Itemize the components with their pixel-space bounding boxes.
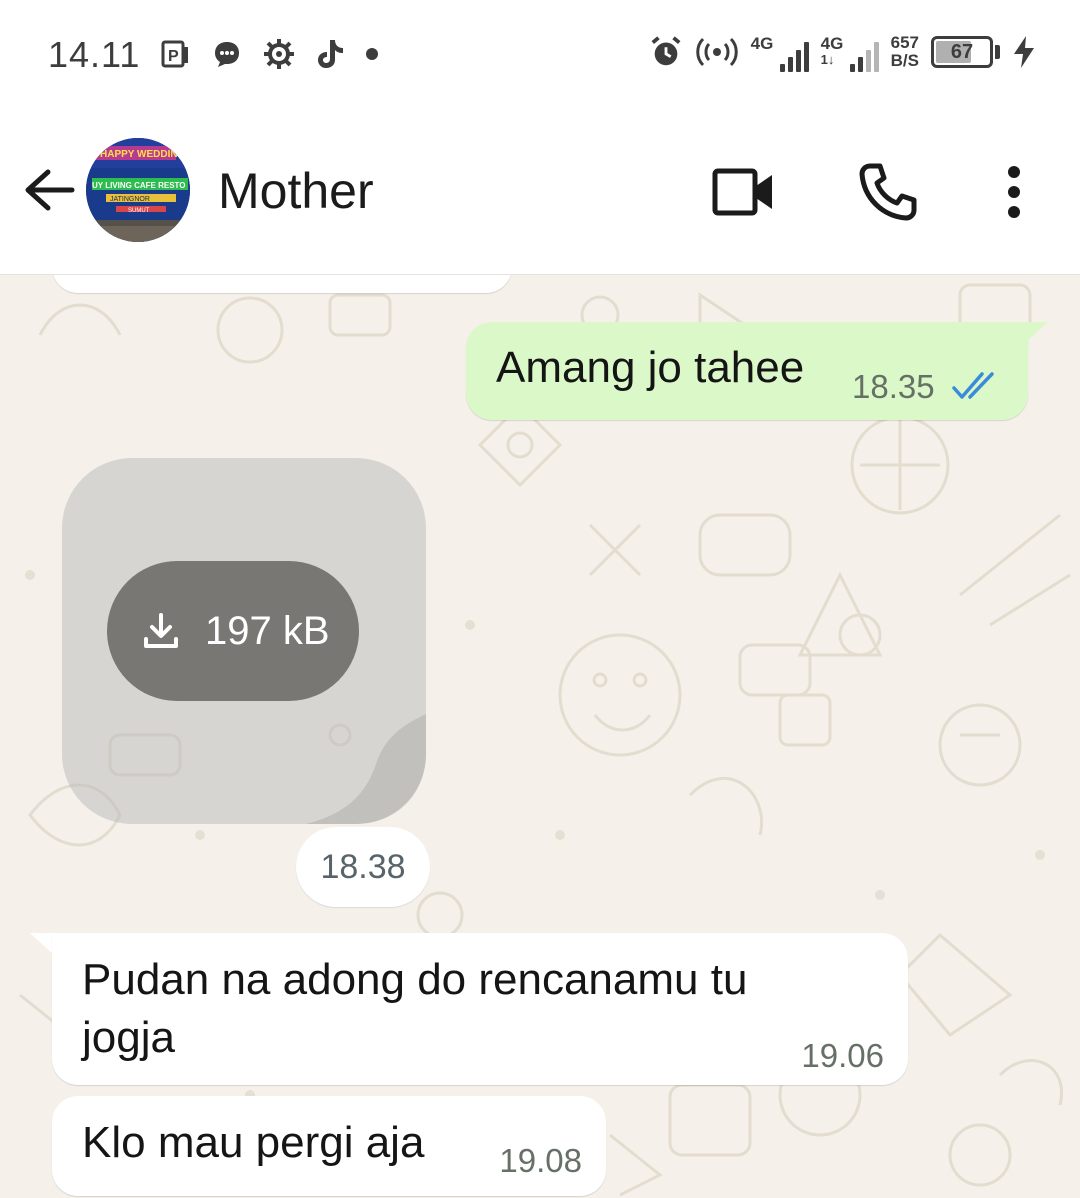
message-bubble-outgoing[interactable]: Amang jo tahee 18.35: [466, 322, 1028, 420]
network-speed: 657 B/S: [890, 33, 919, 70]
sticker-download-button[interactable]: 197 kB: [107, 561, 359, 701]
charging-icon: [1012, 32, 1036, 72]
sticker-time-chip: 18.38: [296, 827, 430, 907]
message-time: 19.06: [801, 1037, 884, 1074]
avatar-text-3: JATINGNOR: [110, 196, 150, 203]
message-text-line: Pudan na adong do rencanamu tu: [82, 955, 748, 1004]
sticker-peel-corner: [306, 714, 426, 824]
message-time: 18.35: [852, 368, 935, 405]
bubble-tail-incoming: [30, 933, 54, 955]
message-text-line: jogja: [82, 1013, 175, 1062]
more-notifications-dot: [366, 48, 378, 60]
battery-tip: [995, 45, 1000, 59]
double-check-read-icon: [952, 372, 994, 399]
gear-icon: [262, 34, 296, 74]
tiktok-icon: [314, 34, 348, 74]
signal-icon: 4G: [751, 30, 809, 74]
avatar-text-1: HAPPY WEDDING: [100, 149, 186, 160]
avatar-text-4: SUMUT: [128, 208, 150, 214]
message-bubble-icon: [210, 34, 244, 74]
status-time: 14.11: [48, 34, 141, 75]
avatar-image: HAPPY WEDDING UY LIVING CAFE RESTO JATIN…: [86, 138, 190, 242]
message-text: Amang jo tahee: [496, 343, 805, 392]
system-icons: 4G 4G 1↓ 657 B/S 67: [649, 30, 1036, 74]
voice-call-button[interactable]: [856, 160, 920, 224]
more-options-button[interactable]: [982, 160, 1046, 224]
previous-message-bubble[interactable]: [52, 275, 512, 293]
vertical-dots-icon: [1008, 166, 1020, 218]
hotspot-icon: [695, 32, 739, 72]
video-call-button[interactable]: [712, 160, 776, 224]
alarm-icon: [649, 32, 683, 72]
message-bubble-incoming[interactable]: Klo mau pergi aja 19.08: [52, 1096, 606, 1196]
video-camera-icon: [712, 168, 772, 216]
phone-icon: [859, 163, 917, 221]
battery-icon: 67: [931, 36, 993, 68]
signal-icon: 4G 1↓: [821, 30, 879, 74]
back-arrow-icon: [25, 169, 75, 211]
contact-avatar[interactable]: HAPPY WEDDING UY LIVING CAFE RESTO JATIN…: [86, 138, 190, 242]
contact-name[interactable]: Mother: [218, 162, 374, 220]
parking-app-icon: P: [158, 34, 192, 74]
message-bubble-incoming[interactable]: Pudan na adong do rencanamu tu jogja 19.…: [52, 933, 908, 1085]
download-icon: [144, 613, 178, 648]
bubble-tail-outgoing: [1026, 322, 1048, 342]
chat-area[interactable]: Amang jo tahee 18.35 197 kB 18.38 Pudan …: [0, 275, 1080, 1198]
chat-header: HAPPY WEDDING UY LIVING CAFE RESTO JATIN…: [0, 110, 1080, 275]
message-time: 19.08: [499, 1142, 582, 1179]
svg-text:P: P: [168, 48, 179, 65]
notification-icons: P: [158, 34, 378, 74]
avatar-text-2: UY LIVING CAFE RESTO: [92, 181, 186, 190]
message-text: Klo mau pergi aja: [82, 1118, 425, 1167]
status-bar: 14.11 P 4G 4G 1↓ 657 B/S 67: [0, 0, 1080, 110]
back-button[interactable]: [22, 162, 78, 218]
sticker-file-size: 197 kB: [205, 608, 330, 653]
